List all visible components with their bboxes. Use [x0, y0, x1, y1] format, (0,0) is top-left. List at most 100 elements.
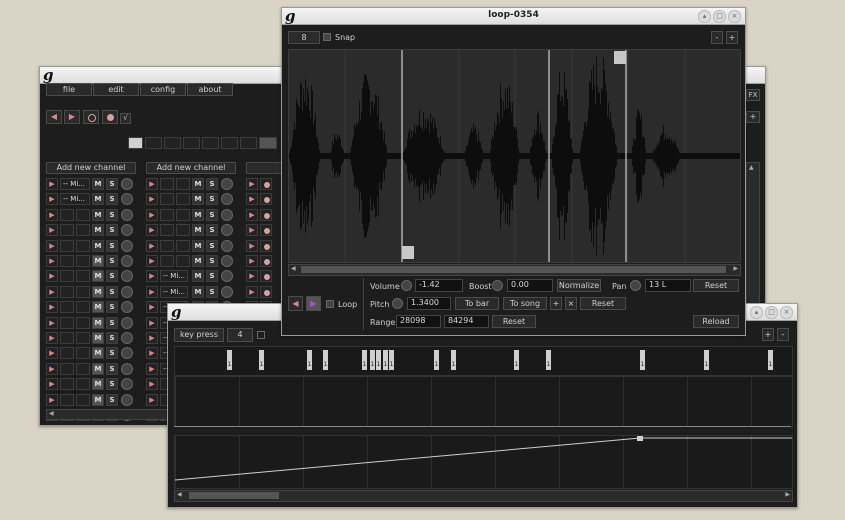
menu-file[interactable]: file [46, 83, 92, 96]
pitch-halve-button[interactable]: × [565, 297, 577, 310]
channel-play-button[interactable]: ▶ [46, 224, 58, 236]
channel-slot[interactable] [76, 209, 90, 221]
solo-button[interactable]: S [106, 270, 118, 282]
rewind-button[interactable]: ◀ [288, 296, 303, 311]
key-press-action[interactable]: 1 [383, 350, 388, 370]
volume-knob[interactable] [121, 224, 133, 236]
solo-button[interactable]: S [106, 317, 118, 329]
channel-name[interactable]: -- Mi... [160, 286, 188, 298]
reload-button[interactable]: Reload [693, 315, 739, 328]
solo-button[interactable]: S [206, 270, 218, 282]
channel-slot[interactable] [76, 240, 90, 252]
key-press-action[interactable]: 1 [370, 350, 375, 370]
channel-play-button[interactable]: ▶ [246, 224, 258, 236]
mute-button[interactable]: M [192, 209, 204, 221]
channel-slot[interactable] [160, 240, 174, 252]
channel-slot[interactable] [60, 240, 74, 252]
add-channel-button-2[interactable]: Add new channel [146, 162, 236, 174]
channel-slot[interactable] [176, 224, 190, 236]
channel-play-button[interactable]: ▶ [146, 378, 158, 390]
channel-slot[interactable] [60, 378, 74, 390]
pitch-reset-button[interactable]: Reset [580, 297, 626, 310]
volume-knob[interactable] [221, 255, 233, 267]
solo-button[interactable]: S [106, 347, 118, 359]
key-press-track[interactable]: 1111111111111111 [174, 346, 793, 376]
channel-slot[interactable] [176, 255, 190, 267]
mute-button[interactable]: M [92, 332, 104, 344]
solo-button[interactable]: S [206, 286, 218, 298]
pitch-knob[interactable] [392, 298, 403, 309]
scroll-left-icon[interactable]: ◀ [291, 265, 296, 272]
channel-play-button[interactable]: ▶ [46, 378, 58, 390]
record-actions-button[interactable] [83, 110, 99, 124]
channel-play-button[interactable]: ▶ [146, 270, 158, 282]
record-arm-button[interactable] [260, 224, 272, 236]
zoom-out-button[interactable]: - [777, 328, 789, 341]
channel-play-button[interactable]: ▶ [246, 193, 258, 205]
key-press-action[interactable]: 1 [514, 350, 519, 370]
mute-button[interactable]: M [92, 209, 104, 221]
channel-slot[interactable] [176, 240, 190, 252]
volume-knob[interactable] [121, 193, 133, 205]
channel-play-button[interactable]: ▶ [246, 209, 258, 221]
volume-knob[interactable] [121, 240, 133, 252]
volume-knob[interactable] [121, 347, 133, 359]
sample-editor-titlebar[interactable]: g loop-0354 ▴ □ × [282, 8, 745, 25]
channel-slot[interactable] [60, 270, 74, 282]
solo-button[interactable]: S [206, 240, 218, 252]
channel-slot[interactable] [76, 378, 90, 390]
volume-knob[interactable] [121, 209, 133, 221]
channel-play-button[interactable]: ▶ [146, 240, 158, 252]
record-arm-button[interactable] [260, 209, 272, 221]
channel-slot[interactable] [76, 347, 90, 359]
channel-play-button[interactable]: ▶ [146, 332, 158, 344]
channel-play-button[interactable]: ▶ [146, 301, 158, 313]
minimize-icon[interactable]: ▴ [750, 306, 763, 319]
pan-reset-button[interactable]: Reset [693, 279, 739, 292]
volume-input[interactable]: -1.42 [415, 279, 463, 292]
action-type-select[interactable]: key press [174, 328, 224, 342]
solo-button[interactable]: S [206, 193, 218, 205]
mute-button[interactable]: M [192, 193, 204, 205]
volume-knob[interactable] [121, 286, 133, 298]
waveform-scrollbar[interactable]: ◀ ▶ [288, 264, 741, 276]
channel-play-button[interactable]: ▶ [146, 209, 158, 221]
mute-button[interactable]: M [92, 193, 104, 205]
channel-slot[interactable] [60, 363, 74, 375]
menu-config[interactable]: config [140, 83, 186, 96]
scrollbar-thumb[interactable] [301, 266, 726, 273]
channel-slot[interactable] [60, 301, 74, 313]
channel-play-button[interactable]: ▶ [146, 317, 158, 329]
volume-knob[interactable] [221, 178, 233, 190]
channel-slot[interactable] [76, 301, 90, 313]
mute-button[interactable]: M [92, 270, 104, 282]
range-start-input[interactable]: 28098 [396, 315, 441, 328]
mute-button[interactable]: M [92, 317, 104, 329]
minimize-icon[interactable]: ▴ [698, 10, 711, 23]
scrollbar-up-icon[interactable]: ▲ [749, 164, 754, 171]
mute-button[interactable]: M [92, 394, 104, 406]
volume-knob[interactable] [121, 394, 133, 406]
zoom-in-button[interactable]: + [726, 31, 738, 44]
channel-slot[interactable] [60, 224, 74, 236]
channel-slot[interactable] [176, 178, 190, 190]
solo-button[interactable]: S [206, 255, 218, 267]
solo-button[interactable]: S [106, 363, 118, 375]
mute-button[interactable]: M [192, 224, 204, 236]
channel-play-button[interactable]: ▶ [46, 286, 58, 298]
boost-input[interactable]: 0.00 [507, 279, 553, 292]
channel-play-button[interactable]: ▶ [146, 363, 158, 375]
channel-play-button[interactable]: ▶ [246, 240, 258, 252]
mute-button[interactable]: M [192, 240, 204, 252]
channel-slot[interactable] [60, 332, 74, 344]
channel-play-button[interactable]: ▶ [246, 255, 258, 267]
action-scrollbar[interactable]: ◀ ▶ [174, 490, 793, 502]
record-arm-button[interactable] [260, 178, 272, 190]
solo-button[interactable]: S [106, 394, 118, 406]
volume-knob[interactable] [121, 178, 133, 190]
channel-slot[interactable] [60, 347, 74, 359]
rewind-button[interactable]: ◀ [46, 110, 62, 124]
solo-button[interactable]: S [106, 301, 118, 313]
action-grid[interactable] [174, 376, 793, 428]
mute-button[interactable]: M [92, 240, 104, 252]
